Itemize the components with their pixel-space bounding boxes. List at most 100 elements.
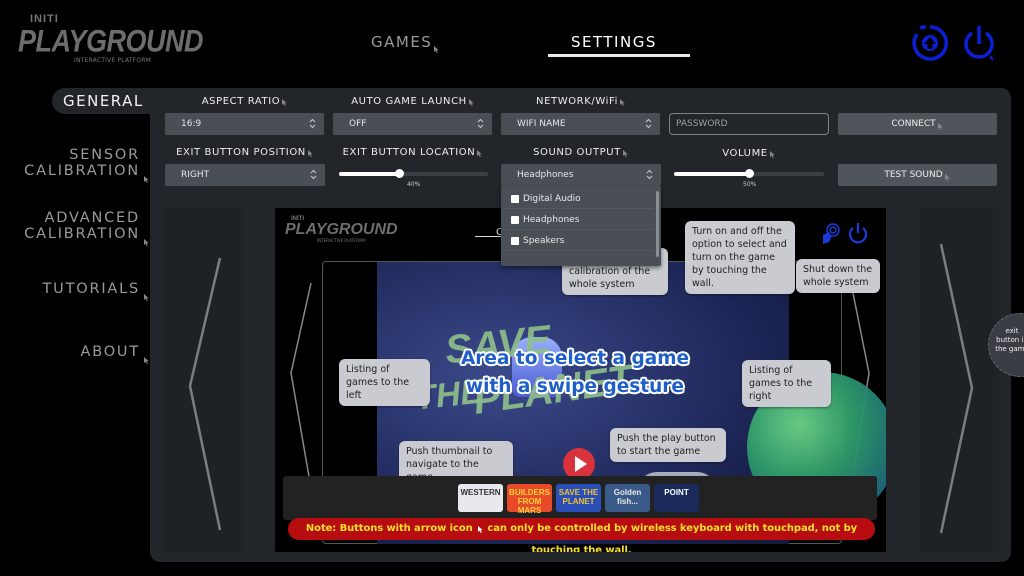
- sidebar-item-label: CALIBRATION: [24, 163, 140, 179]
- tab-settings[interactable]: SETTINGS: [571, 33, 657, 51]
- arrow-cursor-icon: [308, 150, 314, 157]
- sidebar-item-advanced-calibration[interactable]: ADVANCED CALIBRATION: [24, 210, 140, 242]
- select-chevron-icon: [309, 118, 316, 129]
- select-chevron-icon: [646, 169, 653, 180]
- tab-games[interactable]: GAMES: [371, 33, 440, 51]
- select-value: 16:9: [181, 119, 202, 129]
- preview-chevron-left-icon: [290, 282, 312, 489]
- dropdown-scrollbar[interactable]: [656, 191, 659, 257]
- touch-toggle-icon: [823, 223, 840, 244]
- auto-game-launch-select[interactable]: OFF: [333, 113, 492, 135]
- select-chevron-icon: [645, 118, 652, 129]
- arrow-cursor-icon: [945, 174, 951, 181]
- exit-button-position-select[interactable]: RIGHT: [165, 164, 325, 186]
- input-placeholder: PASSWORD: [676, 119, 728, 129]
- arrow-cursor-icon: [144, 357, 150, 364]
- chevron-left-icon: [188, 257, 222, 531]
- arrow-cursor-icon: [144, 176, 150, 183]
- checkbox[interactable]: [511, 216, 519, 224]
- select-value: OFF: [349, 119, 367, 129]
- sidebar-item-about[interactable]: ABOUT: [81, 344, 141, 360]
- slider-thumb[interactable]: [394, 169, 404, 178]
- sound-output-select[interactable]: Headphones: [501, 164, 661, 186]
- scroll-right-pane[interactable]: [919, 208, 999, 552]
- aspect-ratio-label: ASPECT RATIO: [165, 96, 325, 107]
- thumbnail-builders-from-mars: BUILDERS FROM MARS: [507, 484, 552, 515]
- button-label: CONNECT: [891, 119, 936, 129]
- sidebar-item-label: CALIBRATION: [24, 226, 140, 242]
- thumbnail-western: WESTERN: [458, 484, 503, 512]
- aspect-ratio-select[interactable]: 16:9: [165, 113, 324, 135]
- bubble-touch-toggle: Turn on and off the option to select and…: [685, 221, 795, 294]
- arrow-cursor-icon: [434, 46, 440, 53]
- tab-games-label: GAMES: [371, 33, 433, 51]
- arrow-cursor-icon: [469, 99, 475, 106]
- auto-game-launch-label: AUTO GAME LAUNCH: [333, 96, 493, 107]
- sidebar-item-sensor-calibration[interactable]: SENSOR CALIBRATION: [24, 147, 140, 179]
- arrow-cursor-icon: [478, 526, 484, 533]
- exit-button-location-label: EXIT BUTTON LOCATION: [333, 147, 493, 158]
- select-value: WIFI NAME: [517, 119, 566, 129]
- sound-option-digital-audio[interactable]: Digital Audio: [503, 189, 653, 209]
- swipe-area-caption: Area to select a game with a swipe gestu…: [460, 348, 690, 397]
- network-label: NETWORK/WiFi: [501, 96, 661, 107]
- sound-output-dropdown: Digital Audio Headphones Speakers: [501, 186, 661, 266]
- active-tab-indicator: [548, 54, 690, 57]
- slider-fill: [674, 172, 749, 176]
- select-chevron-icon: [310, 169, 317, 180]
- update-icon: [912, 25, 948, 61]
- slider-thumb[interactable]: [745, 169, 754, 178]
- sidebar-item-tutorials[interactable]: TUTORIALS: [43, 281, 141, 297]
- checkbox[interactable]: [511, 237, 519, 245]
- exit-button-location-slider[interactable]: [339, 169, 488, 179]
- arrow-cursor-icon: [770, 151, 776, 158]
- sound-option-headphones[interactable]: Headphones: [503, 210, 653, 230]
- sound-option-speakers[interactable]: Speakers: [503, 231, 653, 251]
- arrow-cursor-icon: [938, 123, 944, 130]
- exit-button-hint-label: exit button in the game: [995, 327, 1024, 353]
- sidebar-item-label: SENSOR: [69, 147, 140, 163]
- button-label: TEST SOUND: [884, 170, 943, 180]
- wifi-network-select[interactable]: WIFI NAME: [501, 113, 660, 135]
- select-chevron-icon: [477, 118, 484, 129]
- power-icon: [964, 26, 994, 61]
- sidebar-item-label: ABOUT: [80, 344, 140, 360]
- bubble-list-right: Listing of games to the right: [742, 360, 831, 407]
- select-value: RIGHT: [181, 170, 210, 180]
- chevron-right-icon: [939, 243, 974, 534]
- volume-slider[interactable]: [674, 169, 824, 179]
- arrow-cursor-icon: [144, 239, 150, 246]
- thumbnail-point: POINT: [654, 484, 699, 512]
- select-value: Headphones: [517, 170, 574, 180]
- top-navigation: GAMES SETTINGS: [0, 30, 1024, 60]
- keyboard-note-banner: Note: Buttons with arrow icon can only b…: [288, 518, 875, 552]
- arrow-cursor-icon: [282, 99, 288, 106]
- exit-button-location-value: 40%: [407, 181, 421, 188]
- slider-fill: [339, 172, 399, 176]
- arrow-cursor-icon: [620, 99, 626, 106]
- sidebar-item-label: ADVANCED: [44, 210, 140, 226]
- power-button[interactable]: [960, 24, 998, 62]
- arrow-cursor-icon: [144, 294, 150, 301]
- test-sound-button[interactable]: TEST SOUND: [838, 164, 997, 186]
- thumbnail-save-the-planet: SAVE THE PLANET: [556, 484, 601, 512]
- sidebar-item-general[interactable]: GENERAL: [52, 88, 162, 114]
- scroll-left-pane[interactable]: [163, 208, 243, 552]
- update-button[interactable]: [911, 24, 949, 62]
- thumbnail-golden-fish: Golden fish...: [605, 484, 650, 512]
- tab-settings-label: SETTINGS: [571, 33, 657, 51]
- bubble-shutdown: Shut down the whole system: [796, 259, 880, 293]
- arrow-cursor-icon: [477, 150, 483, 157]
- volume-label: VOLUME: [669, 148, 829, 159]
- bubble-play: Push the play button to start the game: [610, 428, 726, 462]
- volume-value: 50%: [743, 181, 757, 188]
- bubble-list-left: Listing of games to the left: [339, 359, 430, 406]
- connect-button[interactable]: CONNECT: [838, 113, 997, 135]
- sidebar-item-label: TUTORIALS: [42, 281, 140, 297]
- sidebar-item-label: GENERAL: [63, 92, 144, 110]
- checkbox[interactable]: [511, 195, 519, 203]
- preview-power-icon: [848, 223, 868, 244]
- wifi-password-input[interactable]: PASSWORD: [669, 113, 829, 135]
- exit-button-position-label: EXIT BUTTON POSITION: [165, 147, 325, 158]
- sound-output-label: SOUND OUTPUT: [501, 147, 661, 158]
